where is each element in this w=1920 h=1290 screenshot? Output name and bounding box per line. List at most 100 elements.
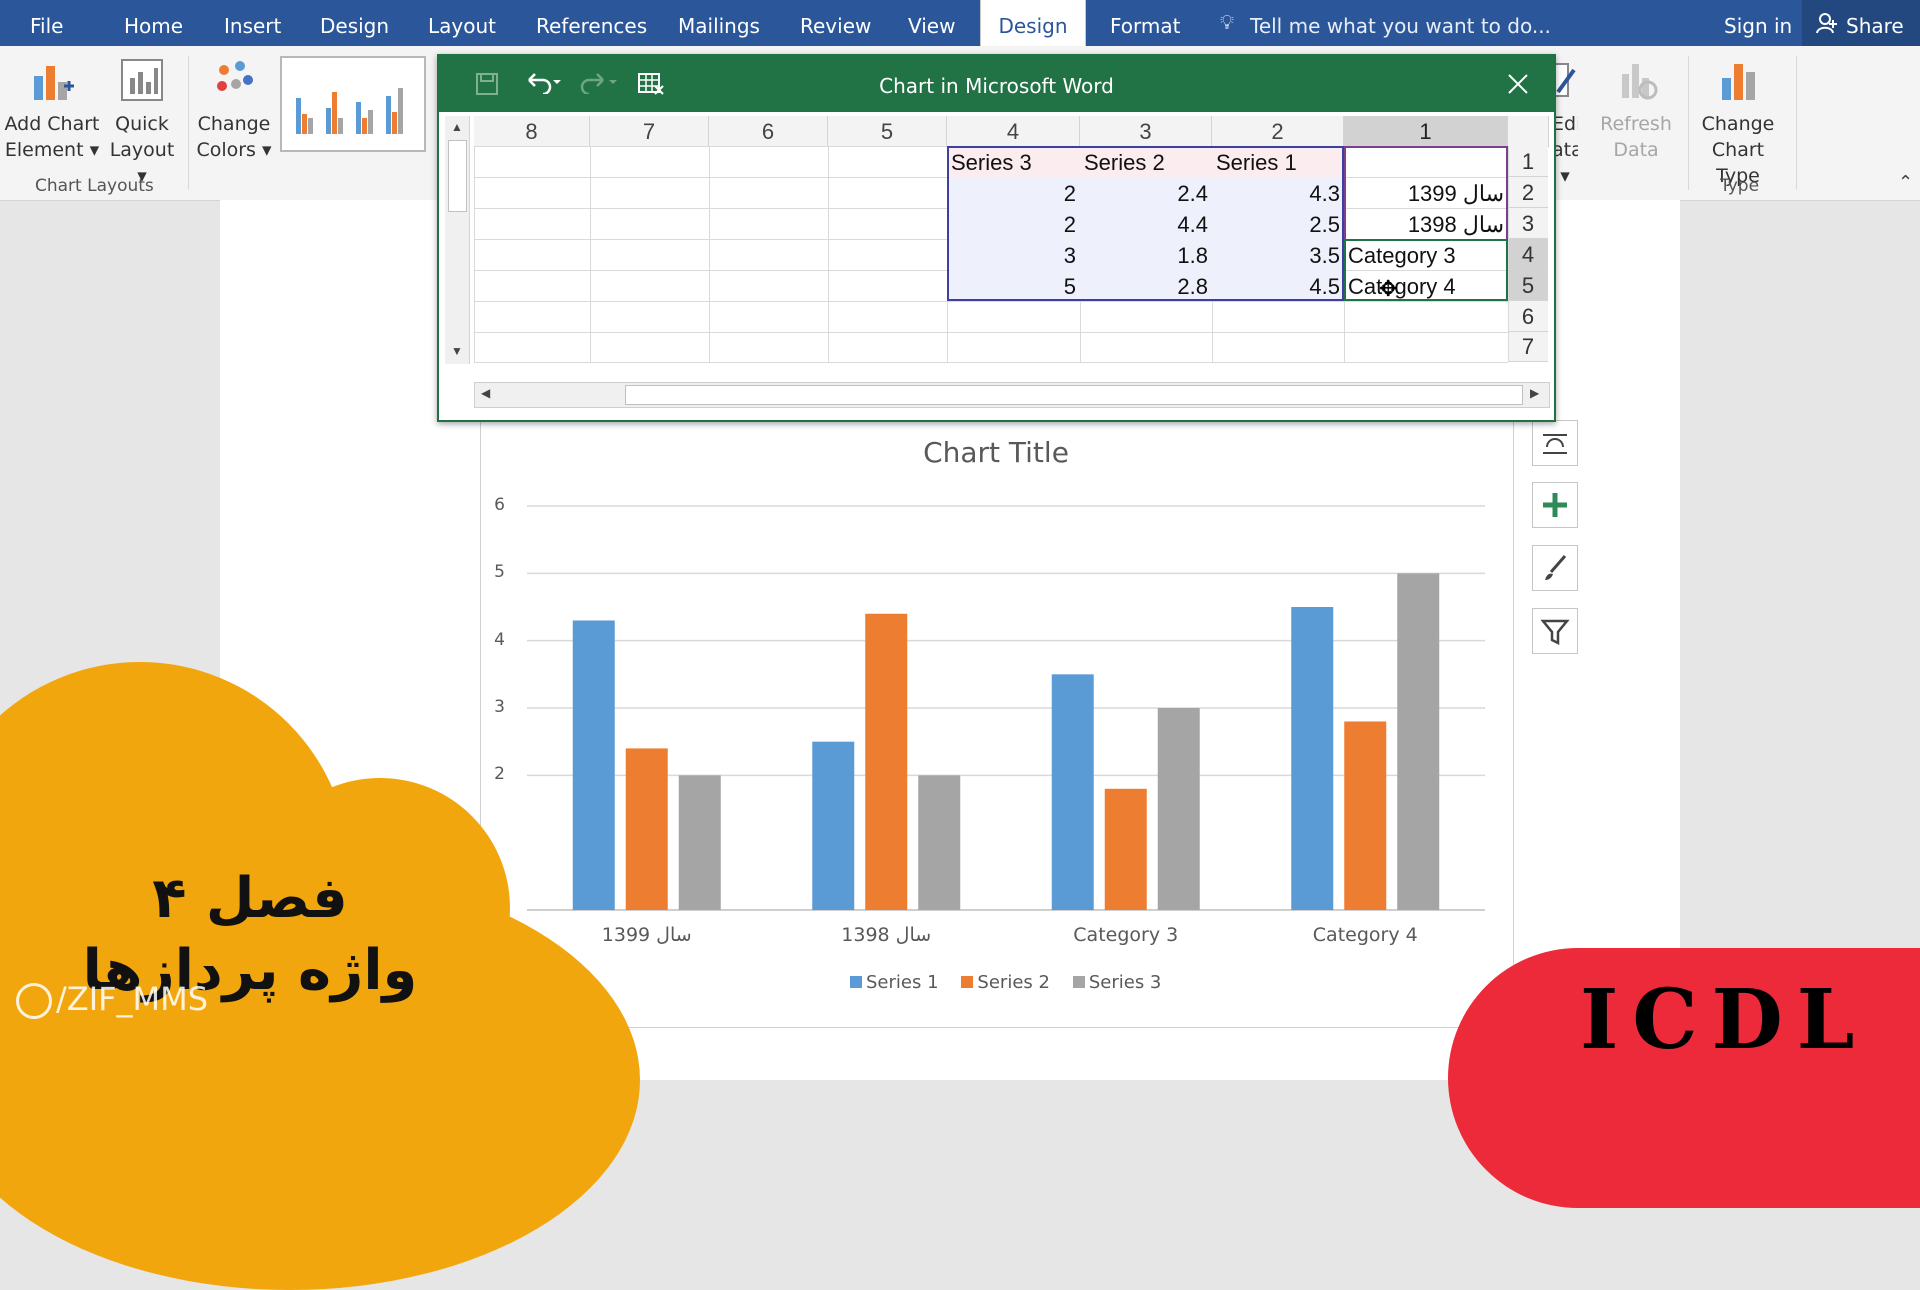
change-chart-type-icon xyxy=(1722,64,1755,100)
grid-line xyxy=(1508,146,1509,362)
add-chart-element-button[interactable]: Add Chart Element ▾ xyxy=(4,56,100,163)
grid-line xyxy=(474,332,1508,333)
paintbrush-icon xyxy=(1545,555,1567,580)
tab-insert[interactable]: Insert xyxy=(224,0,281,46)
tab-design[interactable]: Design xyxy=(320,0,389,46)
row-header[interactable]: 1 xyxy=(1508,146,1548,177)
legend-swatch xyxy=(1072,976,1085,988)
quick-layout-icon xyxy=(121,59,163,101)
x-category-label: سال 1398 xyxy=(841,924,932,946)
change-chart-type-button[interactable]: Change Chart Type xyxy=(1690,56,1786,189)
y-tick-label: 2 xyxy=(494,764,505,785)
y-tick-label: 5 xyxy=(494,562,505,583)
legend-item-series-2: Series 2 xyxy=(961,972,1050,993)
add-chart-element-label-2: Element ▾ xyxy=(4,139,100,161)
tab-home[interactable]: Home xyxy=(124,0,183,46)
chart-styles-button[interactable] xyxy=(1532,545,1578,591)
column-header[interactable]: 6 xyxy=(709,116,828,147)
vertical-scroll-thumb[interactable] xyxy=(448,140,467,212)
refresh-data-button[interactable]: Refresh Data xyxy=(1594,56,1678,163)
y-tick-label: 3 xyxy=(494,697,505,717)
add-chart-element-label-1: Add Chart xyxy=(4,113,100,135)
select-all-corner[interactable] xyxy=(1508,116,1549,147)
scroll-down-arrow-icon[interactable]: ▼ xyxy=(451,344,463,358)
chapter-label: فصل ۴ xyxy=(152,866,348,931)
chart-title[interactable]: Chart Title xyxy=(480,436,1512,469)
ribbon-tab-bar: File Home Insert Design Layout Reference… xyxy=(0,0,1920,46)
scroll-up-arrow-icon[interactable]: ▲ xyxy=(451,120,463,134)
horizontal-scrollbar[interactable]: ◀ ▶ xyxy=(474,382,1550,408)
group-separator xyxy=(188,56,189,190)
y-tick-label: 6 xyxy=(494,495,505,515)
column-header[interactable]: 8 xyxy=(474,116,590,147)
chart-layouts-group-label: Chart Layouts xyxy=(35,176,154,196)
column-header[interactable]: 7 xyxy=(590,116,709,147)
layout-options-icon xyxy=(1543,434,1567,454)
tab-references[interactable]: References xyxy=(536,0,647,46)
legend-label: Series 1 xyxy=(866,972,939,993)
tab-chart-design[interactable]: Design xyxy=(980,0,1086,46)
add-chart-element-icon xyxy=(34,66,74,100)
column-header[interactable]: 3 xyxy=(1080,116,1212,147)
close-icon[interactable] xyxy=(1507,73,1529,95)
tab-layout[interactable]: Layout xyxy=(428,0,496,46)
scroll-left-arrow-icon[interactable]: ◀ xyxy=(481,386,490,400)
grid-line xyxy=(474,301,1508,302)
person-icon xyxy=(1816,13,1837,34)
chart-elements-button[interactable] xyxy=(1532,482,1578,528)
change-colors-label-2: Colors ▾ xyxy=(196,139,272,161)
chart-data-window-title: Chart in Microsoft Word xyxy=(879,74,1114,98)
row-header[interactable]: 3 xyxy=(1508,208,1548,239)
chart-style-preview-icon xyxy=(296,88,403,134)
y-tick-label: 4 xyxy=(494,629,505,650)
move-cursor-icon: ✥ xyxy=(1379,276,1398,301)
tab-view[interactable]: View xyxy=(908,0,955,46)
watermark-text: /ZIF_MMS xyxy=(56,980,209,1018)
tab-mailings[interactable]: Mailings xyxy=(678,0,760,46)
grid-line xyxy=(474,146,475,362)
row-header[interactable]: 4 xyxy=(1508,239,1548,270)
grid-line xyxy=(828,146,829,362)
legend-label: Series 2 xyxy=(977,972,1050,993)
brand-logo: ICDL xyxy=(1580,972,1869,1068)
group-separator xyxy=(1688,56,1689,190)
chart-data-titlebar: Chart in Microsoft Word xyxy=(439,56,1554,112)
chart-filters-button[interactable] xyxy=(1532,608,1578,654)
row-header[interactable]: 6 xyxy=(1508,301,1548,332)
horizontal-scroll-thumb[interactable] xyxy=(625,385,1523,405)
funnel-icon xyxy=(1540,619,1570,646)
tab-review[interactable]: Review xyxy=(800,0,871,46)
column-header[interactable]: 2 xyxy=(1212,116,1344,147)
column-header[interactable]: 1 xyxy=(1344,116,1508,147)
vertical-scrollbar[interactable]: ▲ ▼ xyxy=(445,116,470,364)
chart-data-window[interactable]: Chart in Microsoft Word ▲ ▼ 876543211234… xyxy=(437,54,1556,422)
legend-swatch xyxy=(961,976,974,988)
row-header[interactable]: 5 xyxy=(1508,270,1548,301)
tab-format[interactable]: Format xyxy=(1110,0,1180,46)
change-colors-button[interactable]: Change Colors ▾ xyxy=(192,56,276,163)
tab-file[interactable]: File xyxy=(30,0,63,46)
row-header[interactable]: 2 xyxy=(1508,177,1548,208)
quick-layout-label-1: Quick xyxy=(115,113,169,135)
scroll-right-arrow-icon[interactable]: ▶ xyxy=(1530,386,1539,400)
palette-icon xyxy=(217,61,253,91)
chart-legend[interactable]: Series 1 Series 2 Series 3 xyxy=(850,972,1161,993)
x-category-label: Category 3 xyxy=(1073,924,1179,946)
series-range-border xyxy=(947,146,1344,301)
tell-me-search[interactable]: Tell me what you want to do... xyxy=(1250,0,1551,46)
sign-in-link[interactable]: Sign in xyxy=(1724,0,1792,46)
film-reel-icon xyxy=(16,983,52,1019)
change-colors-label-1: Change xyxy=(197,113,271,135)
column-header[interactable]: 5 xyxy=(828,116,947,147)
type-group-label: Type xyxy=(1720,176,1760,196)
share-button[interactable]: Share xyxy=(1802,0,1920,46)
row-header[interactable]: 7 xyxy=(1508,332,1548,362)
chart-style-thumbnail[interactable] xyxy=(280,56,426,152)
legend-swatch xyxy=(850,976,862,988)
column-header[interactable]: 4 xyxy=(947,116,1080,147)
collapse-ribbon-icon[interactable]: ⌃ xyxy=(1898,172,1913,193)
layout-options-button[interactable] xyxy=(1532,420,1578,466)
x-category-label: سال 1399 xyxy=(601,924,692,946)
plus-icon xyxy=(1543,493,1567,517)
quick-layout-button[interactable]: Quick Layout ▾ xyxy=(104,56,180,189)
